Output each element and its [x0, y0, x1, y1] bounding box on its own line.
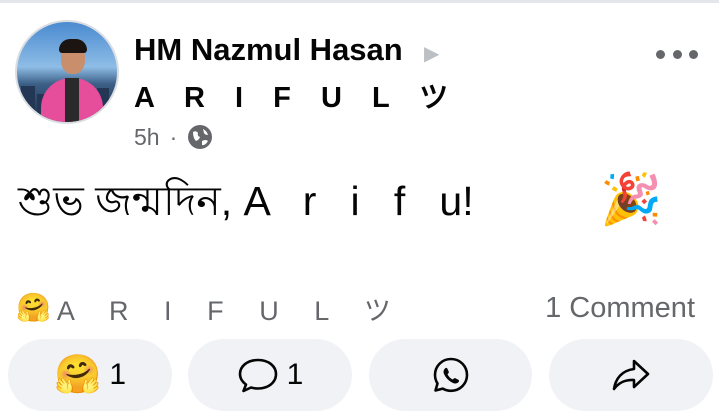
meta-separator: · — [169, 123, 178, 150]
post-body-text: শুভ জন্মদিন, A r i f u! — [18, 178, 474, 224]
comment-count: 1 — [286, 358, 304, 391]
globe-icon — [187, 124, 213, 150]
avatar-hair — [59, 39, 87, 53]
avatar-bg-building — [21, 86, 35, 122]
reaction-summary[interactable]: 🤗 A R I F U L ツ — [16, 290, 405, 326]
care-reaction-icon: 🤗 — [53, 354, 102, 396]
comment-count-link[interactable]: 1 Comment — [545, 292, 695, 325]
more-dot — [672, 49, 682, 59]
share-button[interactable] — [549, 339, 713, 411]
react-button[interactable]: 🤗 1 — [8, 339, 172, 411]
top-divider — [0, 0, 719, 3]
author-avatar[interactable] — [15, 20, 119, 124]
more-options-button[interactable] — [656, 44, 698, 64]
post-to-arrow-icon: ▶ — [424, 43, 440, 65]
whatsapp-icon — [433, 357, 468, 393]
more-dot — [689, 49, 698, 59]
target-profile-name[interactable]: A R I F U L ツ — [134, 84, 459, 113]
avatar-shirt — [65, 78, 79, 122]
comment-button[interactable]: 1 — [188, 339, 352, 411]
react-count: 1 — [109, 358, 126, 391]
party-popper-icon: 🎉 — [600, 171, 663, 227]
share-arrow-icon — [612, 359, 650, 391]
care-reaction-icon: 🤗 — [16, 292, 51, 323]
reactor-names: A R I F U L ツ — [56, 295, 405, 326]
post-time[interactable]: 5h — [134, 124, 160, 151]
more-dot — [656, 49, 665, 59]
whatsapp-share-button[interactable] — [369, 339, 532, 411]
comment-bubble-icon — [238, 358, 277, 393]
author-name[interactable]: HM Nazmul Hasan — [134, 34, 403, 65]
post-meta: 5h · — [134, 124, 213, 150]
